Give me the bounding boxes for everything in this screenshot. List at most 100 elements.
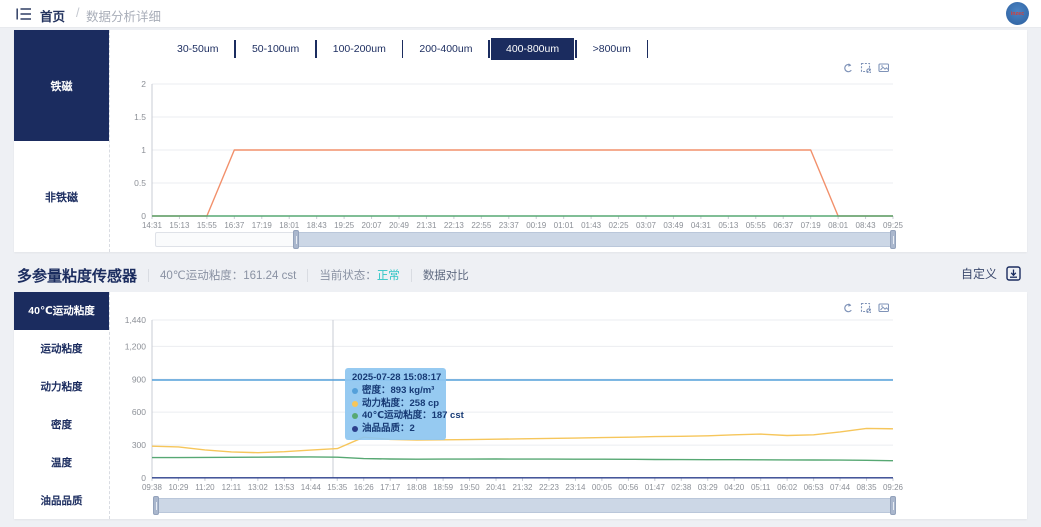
sensor-tab-column: 40℃运动粘度 运动粘度 动力粘度 密度 温度 油品品质 [14,292,110,519]
svg-text:1,200: 1,200 [125,341,147,351]
svg-text:0: 0 [141,473,146,483]
svg-text:22:23: 22:23 [539,483,560,492]
tooltip-time: 2025-07-28 15:08:17 [352,372,442,383]
svg-text:11:20: 11:20 [195,483,215,492]
svg-text:01:47: 01:47 [645,483,666,492]
svg-text:03:49: 03:49 [663,221,684,230]
viscosity-section-header: 多参量粘度传感器 40℃运动粘度：161.24 cst 当前状态：正常 数据对比… [0,260,1041,290]
svg-text:06:02: 06:02 [777,483,798,492]
svg-text:01:01: 01:01 [554,221,575,230]
svg-text:02:25: 02:25 [609,221,630,230]
svg-text:22:13: 22:13 [444,221,465,230]
svg-text:05:55: 05:55 [746,221,767,230]
sensor-tab-2[interactable]: 动力粘度 [14,367,109,406]
datazoom-left-handle[interactable] [293,230,300,249]
svg-text:1.5: 1.5 [134,112,146,122]
tooltip-row-0: 密度：893 kg/m³ [352,385,439,398]
svg-text:00:05: 00:05 [592,483,613,492]
svg-text:15:35: 15:35 [327,483,348,492]
avatar-logo-text: inzec [1010,10,1025,17]
datazoom-right-handle[interactable] [890,230,896,249]
svg-text:1: 1 [141,145,146,155]
tooltip-row-2: 40℃运动粘度：187 cst [352,410,464,423]
svg-text:00:19: 00:19 [526,221,547,230]
svg-text:900: 900 [132,374,146,384]
sensor-tab-1[interactable]: 运动粘度 [14,329,109,368]
svg-text:16:37: 16:37 [224,221,245,230]
svg-text:04:31: 04:31 [691,221,712,230]
svg-text:600: 600 [132,407,146,417]
series-dot-icon [352,388,358,395]
svg-text:300: 300 [132,440,146,450]
user-avatar[interactable]: inzec [1006,2,1029,25]
svg-text:07:19: 07:19 [801,221,822,230]
svg-text:03:07: 03:07 [636,221,657,230]
magnet-tab-column: 铁磁 非铁磁 [14,30,110,252]
customize-button[interactable]: 自定义 [961,265,997,282]
svg-text:10:29: 10:29 [168,483,189,492]
svg-text:20:41: 20:41 [486,483,507,492]
svg-text:18:08: 18:08 [407,483,428,492]
breadcrumb-separator: / [76,6,80,20]
series-dot-icon [352,413,358,420]
svg-text:00:56: 00:56 [618,483,639,492]
svg-text:23:37: 23:37 [499,221,520,230]
datazoom-right-handle[interactable] [890,496,896,515]
svg-text:01:43: 01:43 [581,221,602,230]
tooltip-row-1: 动力粘度：258 cp [352,398,439,411]
magnet-tab-0[interactable]: 铁磁 [14,30,109,141]
svg-text:12:11: 12:11 [222,483,242,492]
sensor-tab-0[interactable]: 40℃运动粘度 [14,292,109,330]
svg-text:17:17: 17:17 [380,483,401,492]
svg-text:1,440: 1,440 [125,315,147,325]
svg-text:08:35: 08:35 [857,483,878,492]
svg-text:07:44: 07:44 [830,483,851,492]
particle-datazoom-slider[interactable] [155,230,896,249]
data-compare-link[interactable]: 数据对比 [423,267,469,283]
svg-text:05:13: 05:13 [718,221,739,230]
sensor-tab-4[interactable]: 温度 [14,443,109,482]
particle-chart[interactable]: 0 0.5 1 1.5 2 14:31 15:13 15:55 16:37 17:19 18:01 1… [110,30,1027,230]
export-icon[interactable] [1006,266,1021,281]
svg-text:03:29: 03:29 [698,483,719,492]
datazoom-left-handle[interactable] [153,496,159,515]
svg-text:05:11: 05:11 [751,483,771,492]
svg-text:04:20: 04:20 [724,483,745,492]
svg-text:02:38: 02:38 [671,483,692,492]
tooltip-row-3: 油品品质：2 [352,423,439,436]
menu-fold-icon[interactable] [16,7,32,21]
viscosity-metric: 40℃运动粘度：161.24 cst [160,270,297,282]
breadcrumb-current: 数据分析详细 [86,10,162,24]
svg-text:16:26: 16:26 [354,483,375,492]
svg-text:09:25: 09:25 [883,221,904,230]
svg-text:17:19: 17:19 [252,221,273,230]
svg-text:15:55: 15:55 [197,221,218,230]
svg-text:0: 0 [141,211,146,221]
svg-text:14:44: 14:44 [301,483,322,492]
magnet-tab-1[interactable]: 非铁磁 [14,141,109,252]
svg-text:22:55: 22:55 [471,221,492,230]
sensor-tab-3[interactable]: 密度 [14,405,109,444]
svg-text:18:43: 18:43 [307,221,328,230]
svg-text:21:31: 21:31 [416,221,437,230]
svg-text:09:26: 09:26 [883,483,904,492]
sensor-tab-5[interactable]: 油品品质 [14,481,109,519]
viscosity-datazoom-slider[interactable] [153,496,896,515]
svg-text:23:14: 23:14 [565,483,586,492]
section-title: 多参量粘度传感器 [17,267,138,285]
chart-tooltip: 2025-07-28 15:08:17 密度：893 kg/m³ 动力粘度：258… [345,368,464,440]
viscosity-chart[interactable]: 0 300 600 900 1,200 1,440 09:38 10:29 11:20 12:11… [110,292,1027,496]
svg-text:06:37: 06:37 [773,221,794,230]
series-dot-icon [352,425,358,432]
svg-text:18:01: 18:01 [279,221,300,230]
svg-text:20:07: 20:07 [362,221,383,230]
svg-text:18:59: 18:59 [433,483,454,492]
svg-text:19:50: 19:50 [460,483,481,492]
page: 首页 / 数据分析详细 inzec 铁磁 非铁磁 30-50um 50-100um 1… [0,0,1041,527]
svg-text:06:53: 06:53 [804,483,825,492]
svg-text:20:49: 20:49 [389,221,410,230]
breadcrumb-home[interactable]: 首页 [40,6,65,25]
series-dot-icon [352,400,358,407]
particle-panel: 铁磁 非铁磁 30-50um 50-100um 100-200um 200-400um 4… [14,30,1027,252]
current-status: 当前状态：正常 [319,270,400,282]
